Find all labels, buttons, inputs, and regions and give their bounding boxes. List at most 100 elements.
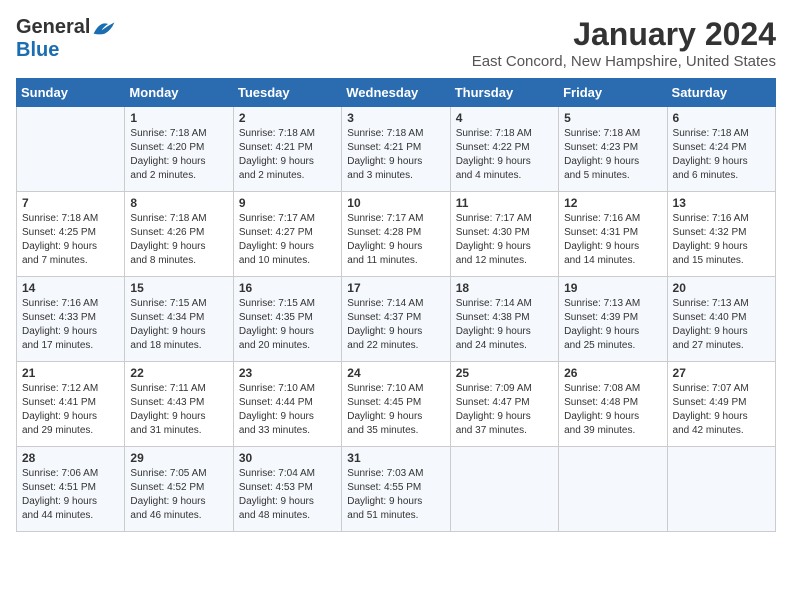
cell-info: Sunrise: 7:10 AM Sunset: 4:44 PM Dayligh…	[239, 382, 336, 438]
calendar-cell: 5 Sunrise: 7:18 AM Sunset: 4:23 PM Daylig…	[559, 107, 667, 192]
day-number: 5	[564, 111, 661, 125]
calendar-cell	[450, 447, 558, 532]
calendar-cell: 13 Sunrise: 7:16 AM Sunset: 4:32 PM Dayli…	[667, 192, 775, 277]
header-day: Wednesday	[342, 79, 450, 107]
calendar-cell: 7 Sunrise: 7:18 AM Sunset: 4:25 PM Daylig…	[17, 192, 125, 277]
day-number: 26	[564, 366, 661, 380]
cell-info: Sunrise: 7:15 AM Sunset: 4:35 PM Dayligh…	[239, 297, 336, 353]
calendar-cell: 8Sunrise: 7:18 AM Sunset: 4:26 PM Daylig…	[125, 192, 233, 277]
logo-bird-icon	[92, 19, 116, 37]
day-number: 29	[130, 451, 227, 465]
calendar-week-row: 14Sunrise: 7:16 AM Sunset: 4:33 PM Dayli…	[17, 277, 776, 362]
cell-info: Sunrise: 7:12 AM Sunset: 4:41 PM Dayligh…	[22, 382, 119, 438]
cell-info: Sunrise: 7:14 AM Sunset: 4:37 PM Dayligh…	[347, 297, 444, 353]
cell-info: Sunrise: 7:05 AM Sunset: 4:52 PM Dayligh…	[130, 467, 227, 523]
calendar-cell: 4Sunrise: 7:18 AM Sunset: 4:22 PM Daylig…	[450, 107, 558, 192]
day-number: 28	[22, 451, 119, 465]
day-number: 24	[347, 366, 444, 380]
calendar-cell	[667, 447, 775, 532]
header-day: Tuesday	[233, 79, 341, 107]
day-number: 1	[130, 111, 227, 125]
cell-info: Sunrise: 7:09 AM Sunset: 4:47 PM Dayligh…	[456, 382, 553, 438]
day-number: 15	[130, 281, 227, 295]
calendar-cell: 22 Sunrise: 7:11 AM Sunset: 4:43 PM Dayli…	[125, 362, 233, 447]
calendar-cell: 17 Sunrise: 7:14 AM Sunset: 4:37 PM Dayli…	[342, 277, 450, 362]
cell-info: Sunrise: 7:07 AM Sunset: 4:49 PM Dayligh…	[673, 382, 770, 438]
day-number: 3	[347, 111, 444, 125]
header-row: SundayMondayTuesdayWednesdayThursdayFrid…	[17, 79, 776, 107]
calendar-cell: 14Sunrise: 7:16 AM Sunset: 4:33 PM Dayli…	[17, 277, 125, 362]
day-number: 9	[239, 196, 336, 210]
day-number: 4	[456, 111, 553, 125]
cell-info: Sunrise: 7:03 AM Sunset: 4:55 PM Dayligh…	[347, 467, 444, 523]
day-number: 14	[22, 281, 119, 295]
cell-info: Sunrise: 7:18 AM Sunset: 4:26 PM Dayligh…	[130, 212, 227, 268]
day-number: 23	[239, 366, 336, 380]
calendar-cell: 9Sunrise: 7:17 AM Sunset: 4:27 PM Daylig…	[233, 192, 341, 277]
calendar-cell: 25 Sunrise: 7:09 AM Sunset: 4:47 PM Dayli…	[450, 362, 558, 447]
cell-info: Sunrise: 7:04 AM Sunset: 4:53 PM Dayligh…	[239, 467, 336, 523]
calendar-cell	[17, 107, 125, 192]
calendar-cell: 2Sunrise: 7:18 AM Sunset: 4:21 PM Daylig…	[233, 107, 341, 192]
cell-info: Sunrise: 7:13 AM Sunset: 4:39 PM Dayligh…	[564, 297, 661, 353]
calendar-cell: 10Sunrise: 7:17 AM Sunset: 4:28 PM Dayli…	[342, 192, 450, 277]
day-number: 6	[673, 111, 770, 125]
header-day: Sunday	[17, 79, 125, 107]
calendar-cell: 11 Sunrise: 7:17 AM Sunset: 4:30 PM Dayli…	[450, 192, 558, 277]
header-day: Friday	[559, 79, 667, 107]
calendar-cell: 27Sunrise: 7:07 AM Sunset: 4:49 PM Dayli…	[667, 362, 775, 447]
calendar-cell: 19Sunrise: 7:13 AM Sunset: 4:39 PM Dayli…	[559, 277, 667, 362]
calendar-cell: 24Sunrise: 7:10 AM Sunset: 4:45 PM Dayli…	[342, 362, 450, 447]
calendar-cell: 1 Sunrise: 7:18 AM Sunset: 4:20 PM Daylig…	[125, 107, 233, 192]
calendar-cell: 15 Sunrise: 7:15 AM Sunset: 4:34 PM Dayli…	[125, 277, 233, 362]
calendar-cell: 12Sunrise: 7:16 AM Sunset: 4:31 PM Dayli…	[559, 192, 667, 277]
cell-info: Sunrise: 7:16 AM Sunset: 4:31 PM Dayligh…	[564, 212, 661, 268]
day-number: 21	[22, 366, 119, 380]
day-number: 7	[22, 196, 119, 210]
day-number: 10	[347, 196, 444, 210]
calendar-cell: 28 Sunrise: 7:06 AM Sunset: 4:51 PM Dayli…	[17, 447, 125, 532]
title-area: January 2024 East Concord, New Hampshire…	[472, 16, 776, 70]
cell-info: Sunrise: 7:08 AM Sunset: 4:48 PM Dayligh…	[564, 382, 661, 438]
cell-info: Sunrise: 7:11 AM Sunset: 4:43 PM Dayligh…	[130, 382, 227, 438]
calendar-week-row: 21 Sunrise: 7:12 AM Sunset: 4:41 PM Dayli…	[17, 362, 776, 447]
day-number: 13	[673, 196, 770, 210]
day-number: 17	[347, 281, 444, 295]
day-number: 25	[456, 366, 553, 380]
cell-info: Sunrise: 7:13 AM Sunset: 4:40 PM Dayligh…	[673, 297, 770, 353]
calendar-cell: 29 Sunrise: 7:05 AM Sunset: 4:52 PM Dayli…	[125, 447, 233, 532]
logo-general: General	[16, 16, 90, 39]
calendar-header: SundayMondayTuesdayWednesdayThursdayFrid…	[17, 79, 776, 107]
calendar-week-row: 7 Sunrise: 7:18 AM Sunset: 4:25 PM Daylig…	[17, 192, 776, 277]
logo-blue: Blue	[16, 39, 59, 61]
day-number: 20	[673, 281, 770, 295]
calendar-cell: 3 Sunrise: 7:18 AM Sunset: 4:21 PM Daylig…	[342, 107, 450, 192]
calendar-table: SundayMondayTuesdayWednesdayThursdayFrid…	[16, 78, 776, 532]
cell-info: Sunrise: 7:18 AM Sunset: 4:25 PM Dayligh…	[22, 212, 119, 268]
cell-info: Sunrise: 7:06 AM Sunset: 4:51 PM Dayligh…	[22, 467, 119, 523]
day-number: 2	[239, 111, 336, 125]
logo: General Blue	[16, 16, 116, 62]
cell-info: Sunrise: 7:16 AM Sunset: 4:32 PM Dayligh…	[673, 212, 770, 268]
calendar-cell: 20 Sunrise: 7:13 AM Sunset: 4:40 PM Dayli…	[667, 277, 775, 362]
cell-info: Sunrise: 7:17 AM Sunset: 4:30 PM Dayligh…	[456, 212, 553, 268]
calendar-cell	[559, 447, 667, 532]
header-day: Saturday	[667, 79, 775, 107]
cell-info: Sunrise: 7:18 AM Sunset: 4:21 PM Dayligh…	[347, 127, 444, 183]
day-number: 11	[456, 196, 553, 210]
calendar-cell: 16 Sunrise: 7:15 AM Sunset: 4:35 PM Dayli…	[233, 277, 341, 362]
calendar-week-row: 1 Sunrise: 7:18 AM Sunset: 4:20 PM Daylig…	[17, 107, 776, 192]
day-number: 16	[239, 281, 336, 295]
cell-info: Sunrise: 7:18 AM Sunset: 4:20 PM Dayligh…	[130, 127, 227, 183]
cell-info: Sunrise: 7:18 AM Sunset: 4:24 PM Dayligh…	[673, 127, 770, 183]
calendar-cell: 23 Sunrise: 7:10 AM Sunset: 4:44 PM Dayli…	[233, 362, 341, 447]
cell-info: Sunrise: 7:15 AM Sunset: 4:34 PM Dayligh…	[130, 297, 227, 353]
day-number: 31	[347, 451, 444, 465]
cell-info: Sunrise: 7:18 AM Sunset: 4:23 PM Dayligh…	[564, 127, 661, 183]
calendar-week-row: 28 Sunrise: 7:06 AM Sunset: 4:51 PM Dayli…	[17, 447, 776, 532]
calendar-cell: 26 Sunrise: 7:08 AM Sunset: 4:48 PM Dayli…	[559, 362, 667, 447]
calendar-title: January 2024	[472, 16, 776, 53]
day-number: 22	[130, 366, 227, 380]
header-day: Thursday	[450, 79, 558, 107]
calendar-cell: 18Sunrise: 7:14 AM Sunset: 4:38 PM Dayli…	[450, 277, 558, 362]
